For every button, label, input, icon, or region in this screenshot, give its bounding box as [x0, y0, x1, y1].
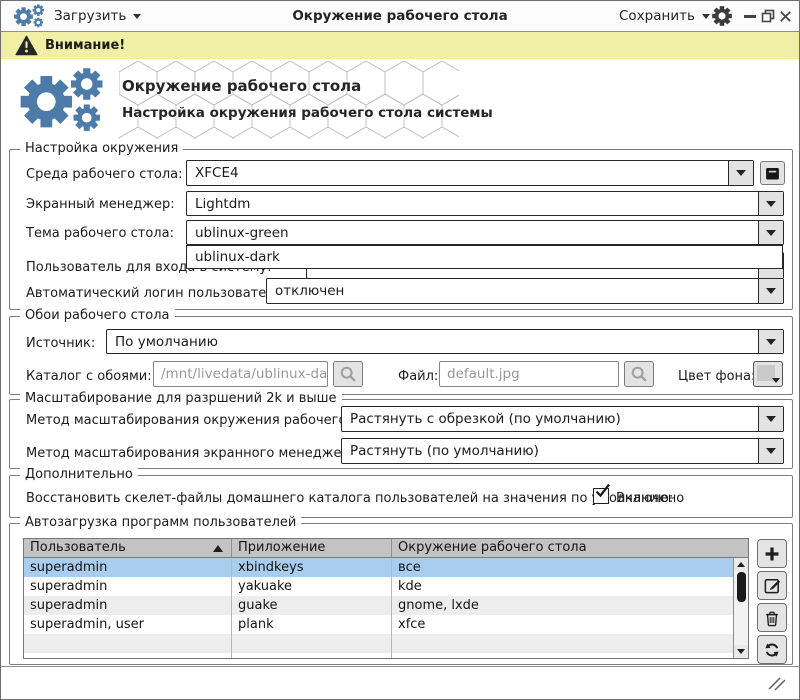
browse-file-button[interactable] [624, 361, 654, 387]
wallpaper-dir-input[interactable]: /mnt/livedata/ublinux-data/b [153, 361, 328, 387]
autostart-table: Пользователь Приложение Окружение рабоче… [23, 538, 749, 659]
display-manager-label: Экранный менеджер: [26, 196, 175, 214]
wallpaper-dir-label: Каталог с обоями: [26, 368, 152, 386]
table-body: superadmin xbindkeys все superadmin yaku… [24, 558, 733, 658]
close-button[interactable] [778, 9, 792, 23]
sort-ascending-icon [213, 545, 223, 552]
table-scrollbar[interactable] [733, 558, 748, 658]
scroll-up-button[interactable] [734, 558, 748, 571]
table-row[interactable] [24, 653, 733, 658]
save-menu-button[interactable]: Сохранить [619, 6, 710, 26]
group-extra-title: Дополнительно [20, 467, 138, 482]
column-header-user[interactable]: Пользователь [24, 539, 232, 557]
install-package-button[interactable] [760, 161, 785, 185]
theme-select[interactable]: ublinux-green [186, 220, 784, 245]
settings-gear-icon[interactable] [712, 6, 732, 26]
checkmark-icon [593, 481, 612, 500]
titlebar: Загрузить Окружение рабочего стола Сохра… [1, 1, 799, 32]
table-row[interactable]: superadmin guake gnome, lxde [24, 596, 733, 615]
edit-pencil-icon [763, 576, 782, 595]
chevron-down-icon[interactable] [758, 279, 783, 303]
refresh-button[interactable] [757, 635, 787, 664]
table-header: Пользователь Приложение Окружение рабоче… [24, 539, 748, 558]
magnifier-icon [339, 365, 357, 383]
warning-triangle-icon [15, 35, 38, 56]
browse-directory-button[interactable] [333, 361, 363, 387]
column-header-app[interactable]: Приложение [232, 539, 392, 557]
minimize-button[interactable] [743, 9, 757, 23]
delete-entry-button[interactable] [757, 603, 787, 632]
bg-color-picker-button[interactable] [753, 361, 783, 387]
theme-dropdown-list: ublinux-dark [186, 245, 783, 269]
desktop-env-select[interactable]: XFCE4 [186, 160, 754, 186]
chevron-down-icon[interactable] [758, 221, 783, 244]
desktop-env-label: Среда рабочего стола: [26, 166, 183, 184]
minimize-icon [744, 15, 756, 18]
add-entry-button[interactable] [757, 539, 787, 568]
chevron-down-icon[interactable] [758, 330, 783, 353]
chevron-down-icon [772, 378, 780, 383]
wallpaper-file-label: Файл: [398, 368, 438, 386]
warning-text: Внимание! [45, 38, 125, 53]
display-manager-select[interactable]: Lightdm [186, 191, 784, 216]
column-header-env[interactable]: Окружение рабочего стола [392, 539, 748, 557]
scaling-desktop-label: Метод масштабирования окружения рабочего… [26, 412, 394, 430]
bg-color-label: Цвет фона: [678, 368, 755, 386]
chevron-down-icon[interactable] [758, 439, 783, 463]
status-bar [1, 666, 799, 699]
auto-login-label: Автоматический логин пользователя: [26, 285, 287, 303]
theme-label: Тема рабочего стола: [26, 225, 174, 243]
warning-banner: Внимание! [1, 32, 799, 59]
table-row[interactable]: superadmin yakuake kde [24, 577, 733, 596]
table-row[interactable]: superadmin xbindkeys все [24, 558, 733, 577]
group-environment-title: Настройка окружения [20, 141, 183, 156]
chevron-down-icon[interactable] [758, 192, 783, 215]
page-title: Окружение рабочего стола [122, 77, 361, 95]
skel-checkbox-label: Включено [616, 490, 684, 508]
hexagon-pattern [119, 61, 459, 139]
wallpaper-source-select[interactable]: По умолчанию [106, 329, 784, 354]
resize-grip[interactable] [767, 675, 787, 692]
close-icon [779, 10, 792, 23]
maximize-button[interactable] [761, 9, 775, 23]
hero-gears-icon [19, 68, 109, 132]
magnifier-icon [630, 365, 648, 383]
chevron-down-icon[interactable] [758, 407, 783, 431]
chevron-down-icon [702, 14, 710, 19]
scaling-desktop-select[interactable]: Растянуть с обрезкой (по умолчанию) [341, 406, 784, 432]
skel-restore-label: Восстановить скелет-файлы домашнего ката… [26, 490, 673, 508]
scaling-dm-select[interactable]: Растянуть (по умолчанию) [341, 438, 784, 464]
wallpaper-file-input[interactable]: default.jpg [439, 361, 619, 387]
scaling-dm-label: Метод масштабирования экранного менеджер… [26, 445, 362, 463]
restore-icon [761, 9, 775, 23]
edit-entry-button[interactable] [757, 571, 787, 600]
save-menu-label: Сохранить [619, 8, 695, 24]
wallpaper-source-label: Источник: [26, 335, 95, 353]
archive-box-icon [764, 165, 781, 182]
plus-icon [763, 545, 781, 563]
app-window: Загрузить Окружение рабочего стола Сохра… [0, 0, 800, 700]
scrollbar-thumb[interactable] [737, 572, 746, 602]
trash-icon [763, 609, 781, 627]
group-autostart-title: Автозагрузка программ пользователей [20, 515, 301, 530]
table-row[interactable] [24, 634, 733, 653]
group-scaling-title: Масштабирование для разршений 2k и выше [20, 391, 342, 406]
scroll-down-button[interactable] [734, 645, 748, 658]
group-wallpaper-title: Обои рабочего стола [20, 308, 175, 323]
table-row[interactable]: superadmin, user plank xfce [24, 615, 733, 634]
page-subtitle: Настройка окружения рабочего стола систе… [122, 105, 493, 121]
theme-dropdown-option[interactable]: ublinux-dark [187, 246, 782, 268]
refresh-icon [763, 641, 781, 659]
auto-login-select[interactable]: отключен [266, 278, 784, 304]
chevron-down-icon[interactable] [728, 161, 753, 185]
